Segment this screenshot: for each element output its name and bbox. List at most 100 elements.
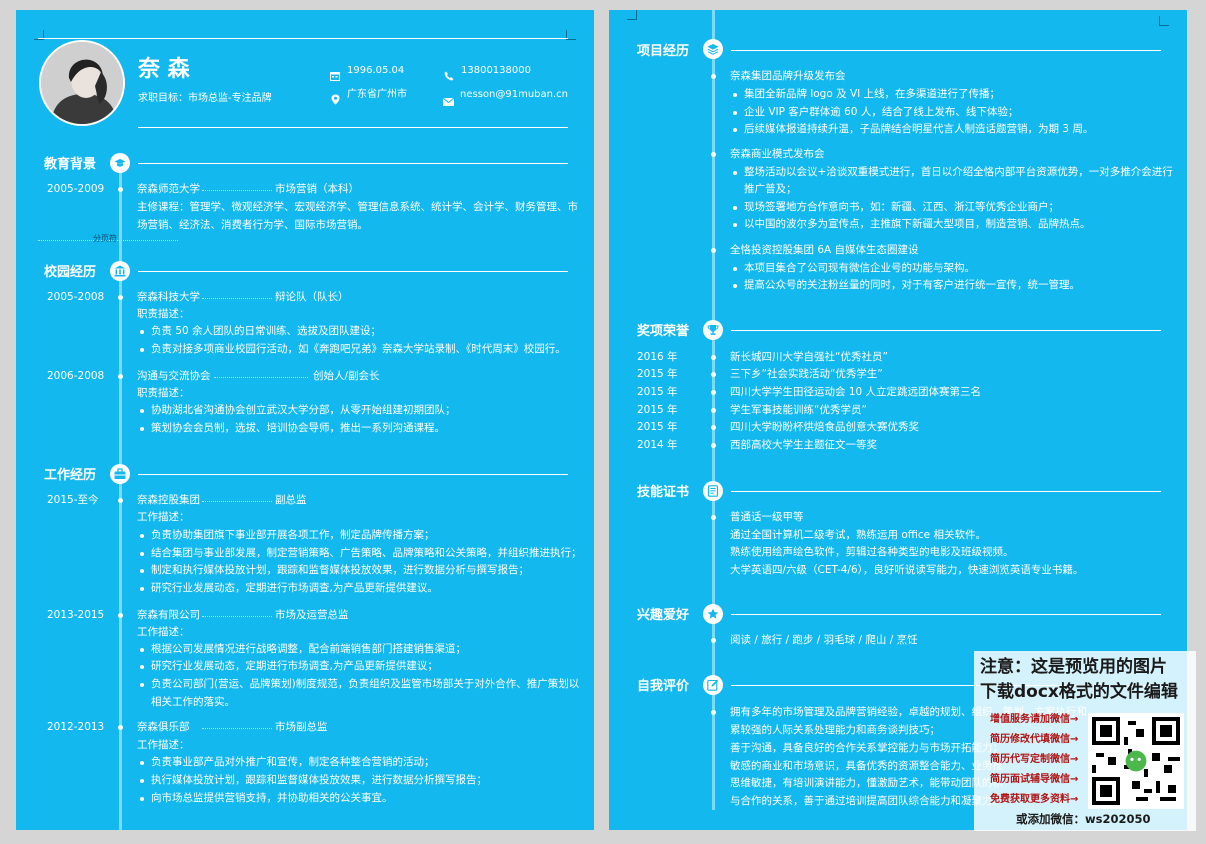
edit-icon (703, 675, 723, 695)
avatar (39, 40, 125, 126)
skill-item: 大学英语四/六级（CET-4/6），良好听说读写能力，快速浏览英语专业书籍。 (730, 564, 1084, 576)
edu-period: 2005-2009 (47, 183, 105, 195)
resume-page-1: 奈 森 求职目标：市场总监-专注品牌 1996.05.04 1380013800… (16, 10, 594, 830)
bullet (140, 779, 144, 783)
page-break-label: 分页符 (93, 234, 117, 243)
bullet (140, 534, 144, 538)
duty-label: 职责描述： (137, 387, 190, 399)
work-item: 制定和执行媒体投放计划，跟踪和监督媒体投放效果，进行数据分析与撰写报告； (151, 564, 529, 576)
bullet (140, 552, 144, 556)
duty-label: 职责描述： (137, 308, 190, 320)
watermark-link[interactable]: 简历修改代填微信→ (990, 733, 1078, 747)
skill-item: 熟练使用绘声绘色软件，剪辑过各种类型的电影及班级视频。 (730, 546, 1014, 558)
edu-courses-line-1: 主修课程：管理学、微观经济学、宏观经济学、管理信息系统、统计学、会计学、财务管理… (137, 201, 578, 213)
timeline-dot (711, 152, 716, 157)
bullet (140, 797, 144, 801)
work-item: 研究行业发展动态，定期进行市场调查,为产品更新提供建议。 (151, 582, 438, 594)
timeline-dot (118, 498, 123, 503)
section-rule (138, 474, 568, 475)
timeline-dot (711, 408, 716, 413)
layers-icon (703, 39, 723, 59)
section-rule (138, 271, 568, 272)
project-item: 整场活动以会议+洽谈双重模式进行，首日以介绍全恪内部平台资源优势，一对多推介会进… (744, 166, 1173, 178)
hobbies-list: 阅读 / 旅行 / 跑步 / 羽毛球 / 爬山 / 烹饪 (730, 634, 918, 646)
section-rule (138, 163, 568, 164)
bullet (140, 348, 144, 352)
timeline-dot (711, 390, 716, 395)
watermark-link[interactable]: 简历代写定制微信→ (990, 753, 1078, 767)
work-period: 2012-2013 (47, 721, 105, 733)
timeline-dot (118, 725, 123, 730)
section-rule (731, 614, 1161, 615)
watermark-wechat: 或添加微信：ws202050 (1016, 812, 1151, 826)
campus-role: 辩论队（队长） (275, 291, 349, 303)
timeline-dot (711, 515, 716, 520)
bullet (733, 223, 737, 227)
certificate-icon (703, 481, 723, 501)
campus-org: 奈森科技大学 (137, 291, 200, 303)
bullet (140, 648, 144, 652)
section-title-education: 教育背景 (44, 157, 97, 172)
self-eval-line: 敏感的商业和市场意识，具备优秀的资源整合能力、业务推 (730, 760, 1003, 772)
bullet (733, 171, 737, 175)
award-text: 四川大学盼盼杯烘焙食品创意大赛优秀奖 (730, 421, 919, 433)
bullet (733, 284, 737, 288)
section-title-skills: 技能证书 (637, 485, 690, 500)
bullet (140, 409, 144, 413)
timeline-dot (711, 710, 716, 715)
building-icon (110, 261, 130, 281)
watermark-link[interactable]: 免费获取更多资料→ (990, 793, 1078, 807)
watermark-link[interactable]: 增值服务请加微信→ (990, 713, 1078, 727)
project-item-cont: 推广普及； (744, 183, 797, 195)
campus-period: 2005-2008 (47, 291, 105, 303)
campus-role: 创始人/副会长 (313, 370, 380, 382)
timeline-dot (118, 187, 123, 192)
work-item: 根据公司发展情况进行战略调整，配合前端销售部门搭建销售渠道； (151, 643, 466, 655)
project-item: 集团全新品牌 logo 及 VI 上线，在多渠道进行了传播； (744, 88, 1001, 100)
bullet (140, 761, 144, 765)
section-title-self: 自我评价 (637, 679, 690, 694)
watermark-note-2: 下载docx格式的文件编辑 (980, 682, 1178, 702)
project-title: 全恪投资控股集团 6A 自媒体生态圈建设 (730, 244, 919, 256)
award-year: 2014 年 (637, 439, 678, 451)
mail-icon (442, 91, 455, 110)
briefcase-icon (110, 464, 130, 484)
work-item: 负责公司部门(营运、品牌策划)制度规范，负责组织及监管市场部关于对外合作、推广策… (151, 678, 580, 690)
bullet (733, 267, 737, 271)
award-year: 2015 年 (637, 386, 678, 398)
bullet (140, 569, 144, 573)
phone-number: 13800138000 (461, 65, 531, 76)
timeline-dot (711, 74, 716, 79)
work-item: 研究行业发展动态，定期进行市场调查,为产品更新提供建议； (151, 660, 438, 672)
timeline-dot (711, 248, 716, 253)
project-title: 奈森集团品牌升级发布会 (730, 70, 846, 82)
work-role: 副总监 (275, 494, 307, 506)
timeline-dot (118, 374, 123, 379)
trophy-icon (703, 320, 723, 340)
bullet (733, 111, 737, 115)
bullet (733, 93, 737, 97)
project-item: 现场签署地方合作意向书，如：新疆、江西、浙江等优秀企业商户； (744, 201, 1059, 213)
edu-courses-line-2: 场营销、经济法、消费者行为学、国际市场营销。 (137, 219, 368, 231)
work-org: 奈森控股集团 (137, 494, 200, 506)
self-eval-line: 与合作的关系，善于通过培训提高团队综合能力和凝聚力。 (730, 795, 1003, 807)
leader-dots (202, 501, 272, 502)
work-item-cont: 相关工作的落实。 (151, 696, 235, 708)
timeline-dot (711, 425, 716, 430)
work-role: 市场及运营总监 (275, 609, 349, 621)
award-year: 2016 年 (637, 351, 678, 363)
bullet (733, 206, 737, 210)
project-item: 以中国的波尔多为宣传点，主推旗下新疆大型项目，制造营销、品牌热点。 (744, 218, 1091, 230)
section-rule (731, 330, 1161, 331)
candidate-name: 奈 森 (138, 57, 190, 82)
award-text: 四川大学学生田径运动会 10 人立定跳远团体赛第三名 (730, 386, 982, 398)
work-org: 奈森俱乐部 (137, 721, 190, 733)
project-item: 提高公众号的关注粉丝量的同时，对于有客户进行统一宣传，统一管理。 (744, 279, 1080, 291)
self-eval-line: 累较强的人际关系处理能力和商务谈判技巧； (730, 724, 940, 736)
graduation-cap-icon (110, 153, 130, 173)
award-text: 西部高校大学生主题征文一等奖 (730, 439, 877, 451)
bullet (140, 665, 144, 669)
section-rule (731, 50, 1161, 51)
watermark-link[interactable]: 简历面试辅导微信→ (990, 773, 1078, 787)
section-title-campus: 校园经历 (44, 265, 97, 280)
